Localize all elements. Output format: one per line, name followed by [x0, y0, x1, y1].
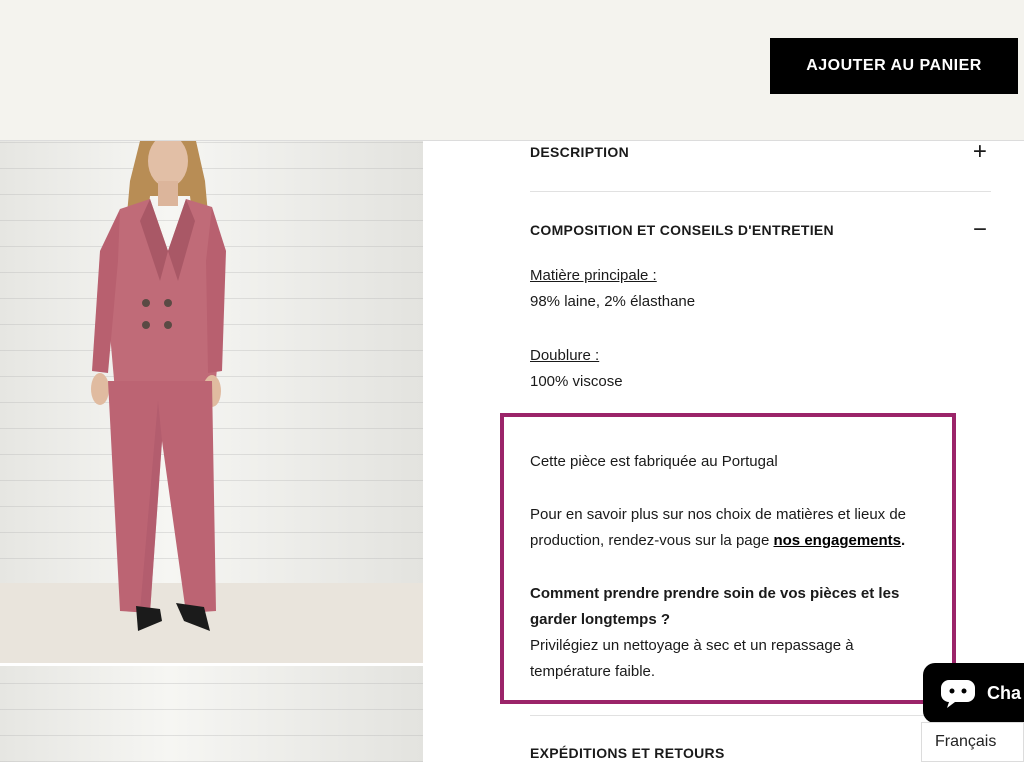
accordion-description-label: DESCRIPTION [530, 144, 629, 160]
lining-value: 100% viscose [530, 373, 623, 390]
lining-label: Doublure : [530, 347, 600, 364]
highlight-box [500, 413, 956, 704]
main-material-value: 98% laine, 2% élasthane [530, 293, 696, 310]
add-to-cart-button[interactable]: AJOUTER AU PANIER [770, 38, 1018, 94]
product-image-main[interactable] [0, 141, 423, 663]
minus-icon[interactable]: − [970, 218, 990, 242]
chat-button[interactable]: Cha [923, 663, 1024, 723]
sticky-header: AJOUTER AU PANIER [0, 0, 1024, 141]
language-selector[interactable]: Français [921, 722, 1024, 762]
divider [530, 191, 991, 192]
product-image-secondary[interactable] [0, 666, 423, 762]
accordion-description[interactable]: DESCRIPTION + [530, 140, 990, 164]
model-in-pink-suit [91, 141, 226, 631]
language-label: Français [935, 733, 997, 750]
accordion-composition-label: COMPOSITION ET CONSEILS D'ENTRETIEN [530, 222, 834, 238]
accordion-shipping-label: EXPÉDITIONS ET RETOURS [530, 745, 725, 761]
plus-icon[interactable]: + [970, 140, 990, 164]
divider [530, 715, 991, 716]
chat-label: Cha [987, 682, 1022, 703]
chat-icon [941, 680, 975, 708]
main-material-label: Matière principale : [530, 267, 657, 284]
brick-wall-background [0, 666, 423, 762]
accordion-composition[interactable]: COMPOSITION ET CONSEILS D'ENTRETIEN − [530, 218, 990, 242]
